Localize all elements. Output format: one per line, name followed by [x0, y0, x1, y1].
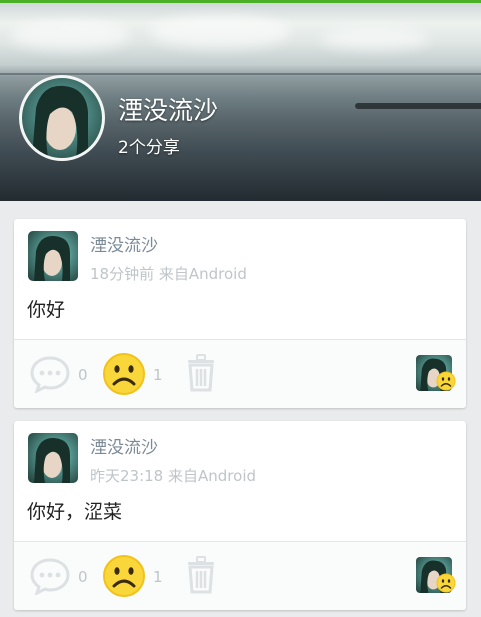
post-meta: 18分钟前 来自Android: [90, 263, 247, 284]
post-source: 来自Android: [168, 467, 257, 485]
post-author-name[interactable]: 湮没流沙: [90, 231, 158, 256]
reaction-count: 1: [153, 568, 163, 586]
post-meta: 昨天23:18 来自Android: [90, 465, 256, 486]
sad-face-icon[interactable]: [102, 352, 146, 400]
post-card[interactable]: 湮没流沙 昨天23:18 来自Android 你好，涩菜 0 1: [14, 421, 466, 610]
post-text: 你好: [27, 299, 66, 321]
avatar-portrait-icon: [34, 235, 70, 281]
post-author-avatar[interactable]: [28, 231, 78, 281]
post-actions: 0 1: [14, 542, 466, 610]
cloud: [150, 15, 290, 49]
reactor-avatar[interactable]: [416, 557, 456, 597]
trash-icon[interactable]: [185, 555, 217, 599]
comment-bubble-icon[interactable]: [30, 355, 70, 397]
profile-username: 湮没流沙: [118, 96, 219, 125]
sad-face-badge-icon: [436, 371, 456, 395]
sad-face-icon[interactable]: [102, 554, 146, 602]
post-actions: 0 1: [14, 340, 466, 408]
post-author-avatar[interactable]: [28, 433, 78, 483]
post-card[interactable]: 湮没流沙 18分钟前 来自Android 你好 0 1: [14, 219, 466, 408]
reaction-count: 1: [153, 366, 163, 384]
post-time: 昨天23:18: [90, 467, 164, 485]
sad-face-badge-icon: [436, 573, 456, 597]
cloud: [320, 28, 430, 50]
comment-count: 0: [78, 568, 88, 586]
profile-avatar[interactable]: [19, 75, 105, 161]
comment-bubble-icon[interactable]: [30, 557, 70, 599]
trash-icon[interactable]: [185, 353, 217, 397]
avatar-portrait-icon: [32, 85, 88, 158]
profile-share-count: 2个分享: [118, 138, 180, 158]
cloud: [10, 21, 130, 51]
horizon-line: [0, 73, 481, 75]
post-text: 你好，涩菜: [27, 501, 123, 523]
post-time: 18分钟前: [90, 265, 155, 283]
profile-header: 湮没流沙 2个分享: [0, 3, 481, 201]
post-source: 来自Android: [158, 265, 247, 283]
reactor-avatar[interactable]: [416, 355, 456, 395]
comment-count: 0: [78, 366, 88, 384]
island: [355, 103, 481, 109]
avatar-portrait-icon: [34, 437, 70, 483]
post-author-name[interactable]: 湮没流沙: [90, 433, 158, 458]
